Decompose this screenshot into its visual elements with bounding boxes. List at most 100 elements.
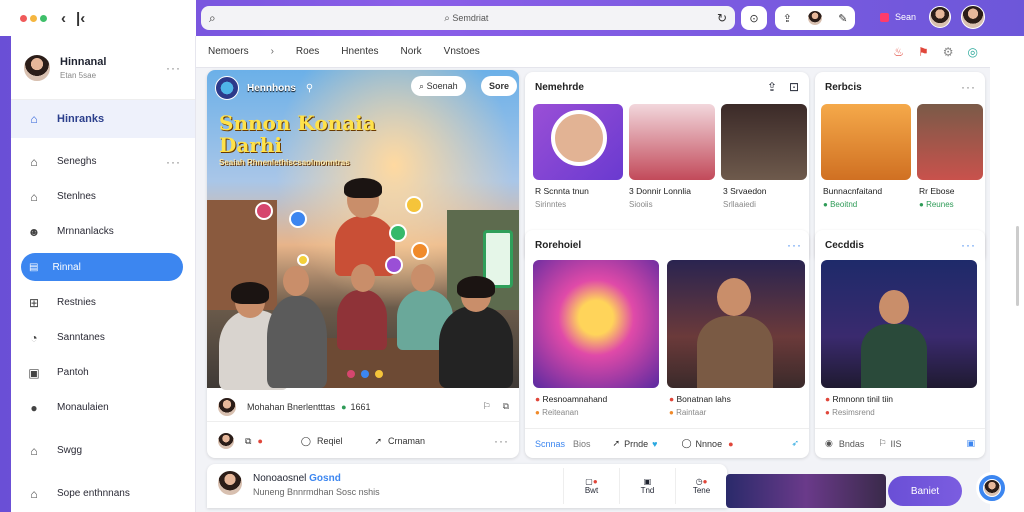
footer-action[interactable]: Bios	[573, 439, 591, 449]
image-icon[interactable]: ▣	[966, 438, 975, 449]
more-icon[interactable]: ···	[166, 155, 181, 169]
carousel-dot-icon[interactable]	[361, 370, 369, 378]
sidebar-item-4[interactable]: ⊞ Restnies	[11, 285, 195, 320]
comment-icon[interactable]: ◯	[301, 436, 311, 447]
hero-image[interactable]: Hennhons ⚲ ⌕ Soenah Sore Snnon Konaia Da…	[207, 70, 519, 390]
tab-4[interactable]: Vnstoes	[444, 46, 480, 57]
record-button[interactable]: ⊙	[741, 6, 767, 30]
share-icon[interactable]: ⧉	[245, 436, 251, 447]
address-search-bar[interactable]: ⌕ ⌕ Semdriat ↻	[201, 6, 735, 30]
bell-icon[interactable]: ♨	[893, 45, 904, 59]
thumbnail[interactable]	[721, 104, 807, 180]
item-title[interactable]: R Scnnta tnun	[535, 186, 589, 196]
hero-search-pill[interactable]: ⌕ Soenah	[411, 76, 466, 96]
item-title[interactable]: 3 Srvaedon	[723, 186, 767, 196]
sidebar-item-1[interactable]: ⌂ Stenlnes	[11, 179, 195, 214]
account-menu[interactable]: Sean	[880, 12, 916, 22]
more-icon[interactable]: ···	[961, 80, 976, 94]
comment-icon[interactable]: ◯	[681, 438, 691, 449]
footer-action[interactable]: Bndas	[839, 439, 865, 449]
hero-channel[interactable]: Hennhons ⚲	[215, 76, 313, 100]
comment-button[interactable]: Crnaman	[388, 436, 425, 446]
sidebar-item-7[interactable]: ● Monaulaien	[11, 390, 195, 425]
more-icon[interactable]: ···	[166, 61, 181, 75]
carousel-dot-icon[interactable]	[347, 370, 355, 378]
heart-icon[interactable]: ♥	[652, 439, 657, 449]
avatar[interactable]	[217, 432, 235, 450]
thumbnail[interactable]	[533, 104, 623, 180]
tab-2[interactable]: Hnentes	[341, 46, 378, 57]
thumbnail[interactable]	[533, 260, 659, 388]
item-prefix: 3	[723, 186, 728, 196]
footer-action[interactable]: Scnnas	[535, 439, 565, 449]
sidebar-item-5[interactable]: ◔ Sanntanes	[11, 320, 195, 355]
sidebar-item-6[interactable]: ▣ Pantoh	[11, 355, 195, 390]
item-title[interactable]: ● Bonatnan lahs	[669, 394, 731, 404]
more-icon[interactable]: ···	[494, 434, 509, 448]
sidebar-item-label: Pantoh	[57, 367, 89, 378]
tab-3[interactable]: Nork	[401, 46, 422, 57]
item-title[interactable]: ● Resnoamnahand	[535, 394, 607, 404]
hero-sub-pill[interactable]: Sore	[481, 76, 518, 96]
thumbnail[interactable]	[629, 104, 715, 180]
more-icon[interactable]: ···	[961, 238, 976, 252]
bird-icon[interactable]: ➶	[791, 438, 799, 449]
footer-action[interactable]: Nnnoe	[696, 439, 723, 449]
bottom-thumbnail-strip[interactable]	[726, 474, 886, 508]
share-button[interactable]: ⇪ ✎	[775, 6, 855, 30]
tab-1[interactable]: Roes	[296, 46, 319, 57]
sidebar-item-8[interactable]: ⌂ Swgg	[11, 433, 195, 468]
tab-0[interactable]: Nemoers	[208, 46, 249, 57]
copy-icon[interactable]: ⧉	[503, 401, 509, 412]
avatar[interactable]	[217, 470, 243, 496]
thumbnail[interactable]	[667, 260, 805, 388]
settings-icon[interactable]: ⚙	[943, 45, 954, 59]
chat-avatar-button[interactable]	[976, 472, 1008, 504]
close-dot-icon[interactable]	[20, 14, 27, 22]
refresh-icon[interactable]: ↻	[717, 11, 727, 25]
more-icon[interactable]: ···	[787, 238, 802, 252]
sidebar-item-3[interactable]: ▤ Rinnal	[21, 253, 183, 281]
sidebar-item-home[interactable]: ⌂ Hinranks	[11, 100, 195, 138]
thumbnail[interactable]	[821, 260, 977, 388]
sidebar-item-label: Hinranks	[57, 113, 105, 125]
share-icon[interactable]: ⇪	[767, 80, 777, 94]
profile-header[interactable]: Hinnanal Etan 5sae ···	[11, 36, 195, 100]
help-icon[interactable]: ◎	[968, 45, 978, 59]
scrollbar-thumb[interactable]	[1016, 226, 1019, 306]
minimize-dot-icon[interactable]	[30, 14, 37, 22]
search-input[interactable]: ⌕ Semdriat	[216, 13, 717, 24]
avatar[interactable]	[961, 5, 985, 29]
item-title[interactable]: Bunnacnfaitand	[823, 186, 882, 196]
avatar[interactable]	[217, 396, 237, 417]
item-title[interactable]: 3 Donnir Lonnlia	[629, 186, 691, 196]
cta-button[interactable]: Baniet	[888, 476, 962, 506]
footer-action[interactable]: IIS	[890, 439, 901, 449]
carousel-dots[interactable]	[347, 370, 383, 378]
sidebar-item-9[interactable]: ⌂ Sope enthnnans	[11, 476, 195, 511]
thumbnail[interactable]	[821, 104, 911, 180]
bottom-action-button[interactable]: ▣ Tnd	[619, 468, 675, 504]
bottom-action-button[interactable]: ▢● Bwt	[563, 468, 619, 504]
chevron-left-icon[interactable]: ‹	[61, 10, 66, 27]
composer-title[interactable]: Nonoaosnel Gosnd	[253, 473, 341, 484]
maximize-dot-icon[interactable]	[40, 14, 47, 22]
footer-action[interactable]: Prnde	[624, 439, 648, 449]
sidebar-item-0[interactable]: ⌂ Seneghs ···	[11, 144, 195, 179]
sidebar-item-2[interactable]: ☻ Mrnnanlacks	[11, 214, 195, 249]
author-name[interactable]: Mohahan Bnerlentttas	[247, 402, 335, 412]
expand-icon[interactable]: ⊡	[789, 80, 799, 94]
thumbnail[interactable]	[917, 104, 983, 180]
bottom-action-button[interactable]: ◷● Tene	[675, 468, 727, 504]
share-icon[interactable]: ➚	[613, 438, 621, 449]
send-icon[interactable]: ➚	[374, 436, 382, 447]
chevron-left-bar-icon[interactable]: |‹	[76, 10, 85, 27]
carousel-dot-icon[interactable]	[375, 370, 383, 378]
item-title[interactable]: Rr Ebose	[919, 186, 954, 196]
avatar[interactable]	[929, 6, 951, 28]
reaction-bubble-icon	[389, 224, 407, 242]
reply-button[interactable]: Reqiel	[317, 436, 343, 446]
item-title[interactable]: ● Rmnonn tinil tiin	[825, 394, 893, 404]
bookmark-icon[interactable]: ⚐	[482, 401, 490, 412]
notification-icon[interactable]: ⚑	[918, 45, 929, 59]
